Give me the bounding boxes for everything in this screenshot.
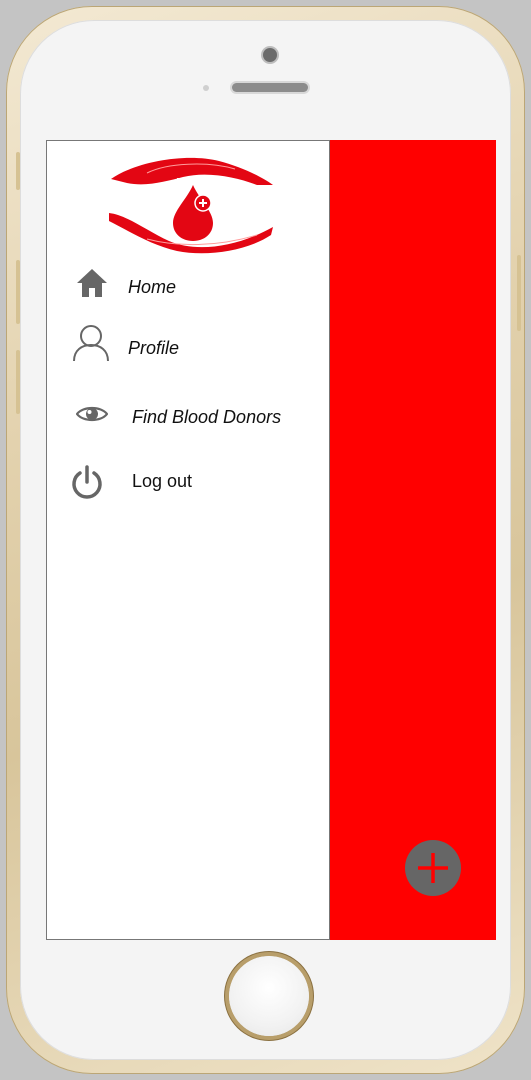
plus-icon bbox=[418, 853, 448, 883]
drawer-item-label: Find Blood Donors bbox=[132, 407, 282, 427]
drawer-item-label: Log out bbox=[132, 471, 193, 491]
volume-up-button bbox=[16, 260, 20, 324]
drawer-item-profile[interactable]: Profile bbox=[47, 321, 329, 371]
home-icon bbox=[77, 269, 107, 297]
earpiece-speaker bbox=[232, 83, 308, 92]
drawer-item-label: Home bbox=[128, 277, 177, 297]
front-camera bbox=[263, 48, 277, 62]
volume-down-button bbox=[16, 350, 20, 414]
power-icon bbox=[72, 465, 102, 499]
app-screen: Home Profile Find Blood Donors Log out bbox=[46, 140, 496, 940]
eye-icon bbox=[76, 406, 108, 422]
drawer-item-log-out[interactable]: Log out bbox=[47, 456, 329, 506]
mute-switch bbox=[16, 152, 20, 190]
drawer-item-home[interactable]: Home bbox=[47, 261, 329, 311]
add-fab-button[interactable] bbox=[405, 840, 461, 896]
drawer-item-label: Profile bbox=[128, 338, 180, 358]
home-button[interactable] bbox=[229, 956, 309, 1036]
blood-donation-logo bbox=[109, 157, 273, 254]
power-button bbox=[517, 255, 521, 331]
proximity-sensor bbox=[203, 85, 209, 91]
person-icon bbox=[73, 325, 109, 362]
drawer-item-find-blood-donors[interactable]: Find Blood Donors bbox=[47, 391, 329, 441]
navigation-drawer: Home Profile Find Blood Donors Log out bbox=[46, 140, 330, 940]
